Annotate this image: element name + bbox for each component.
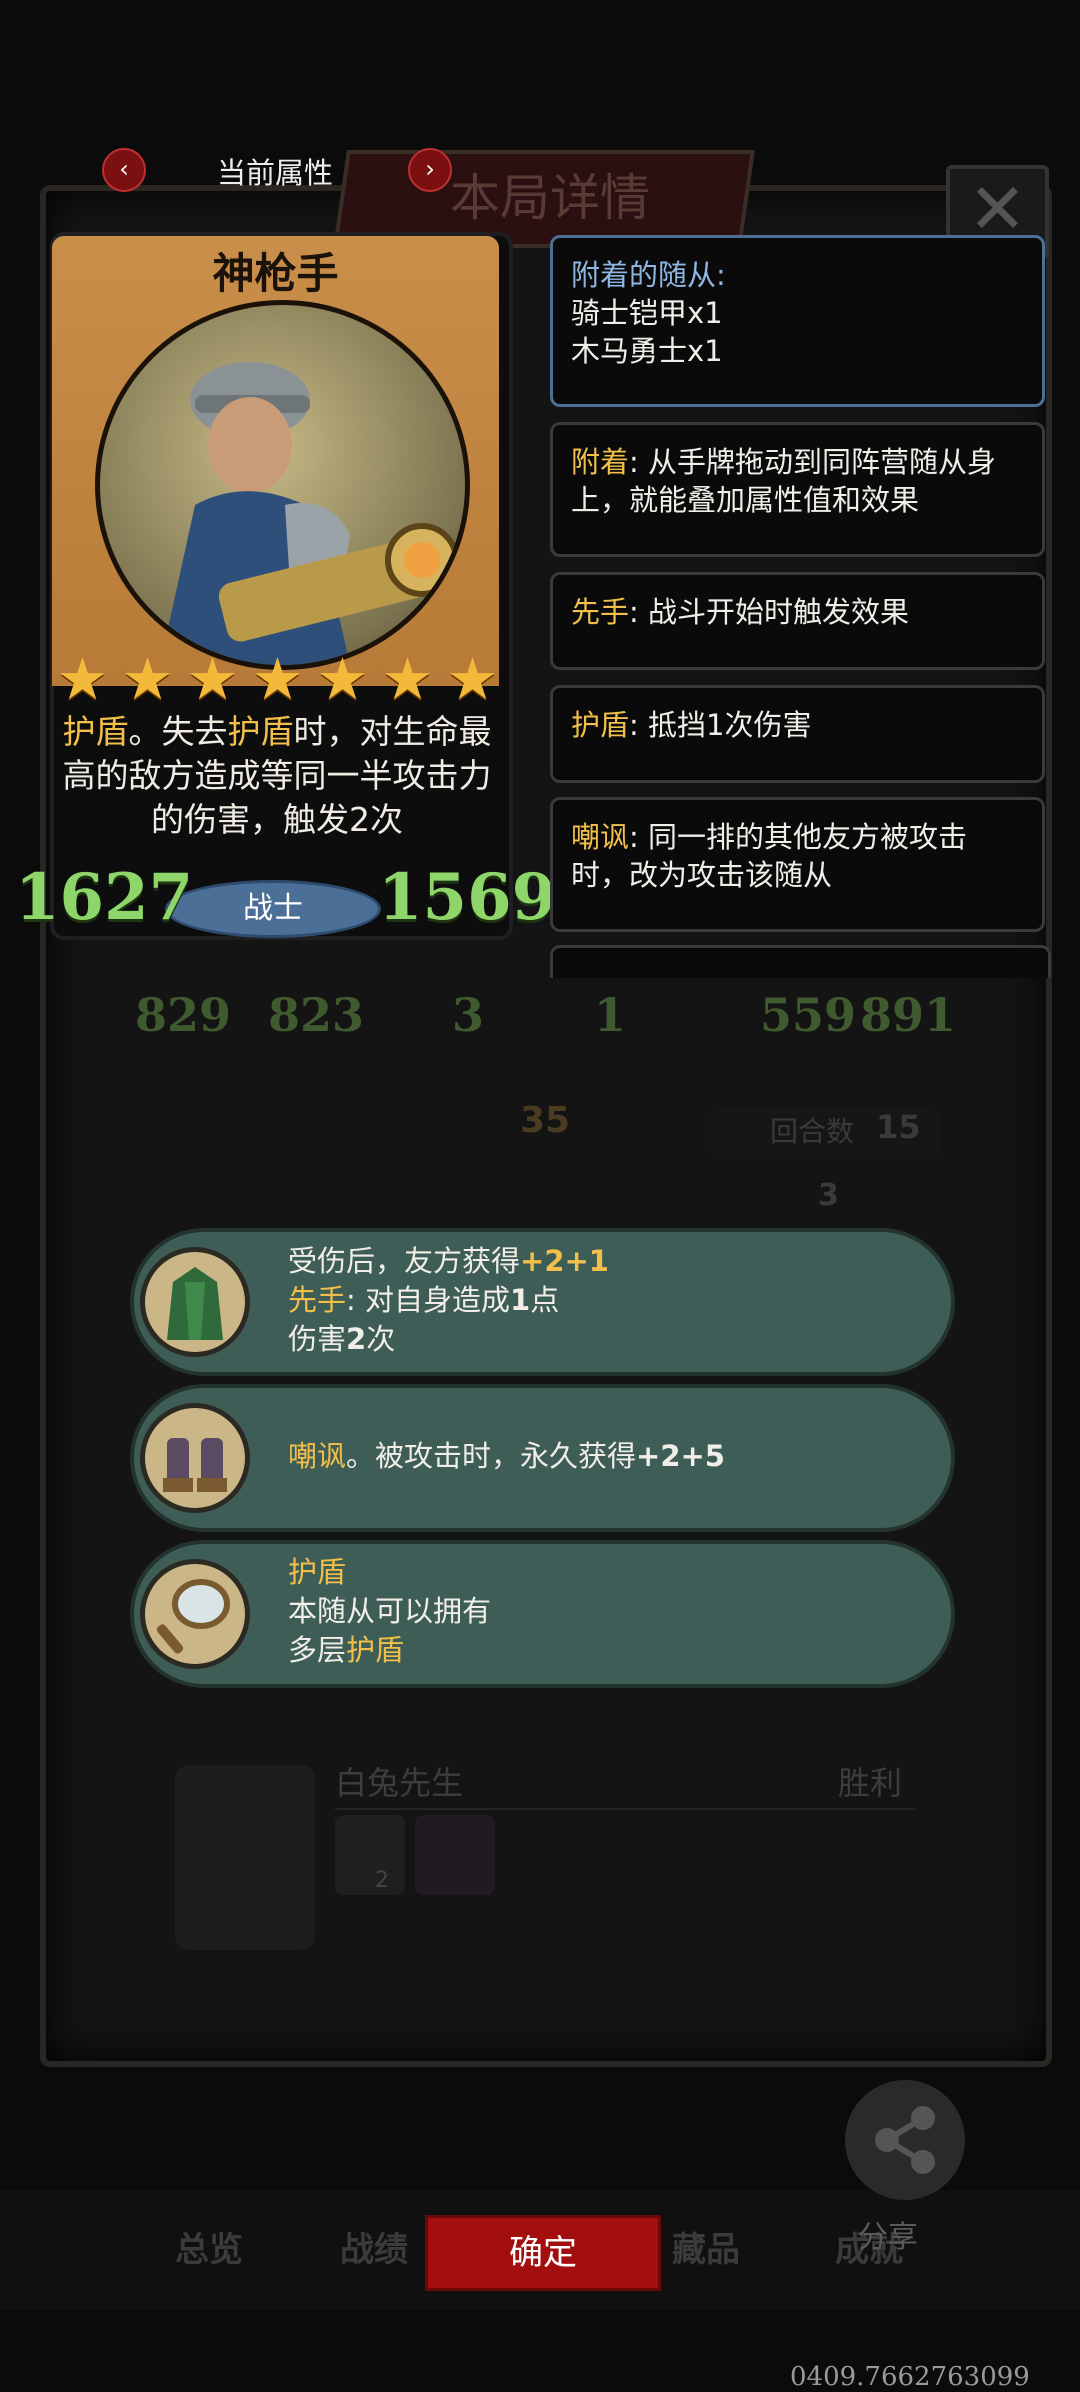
effect-value: +2+5 [636,1439,725,1473]
share-button[interactable] [845,2080,965,2200]
attached-minions-title: 附着的随从: [571,258,726,292]
hero-description: 护盾。失去护盾时，对生命最高的敌方造成等同一半攻击力的伤害，触发2次 [62,710,492,842]
star-icon: ★ [381,645,434,713]
next-arrow-button[interactable]: › [408,148,452,192]
star-icon: ★ [446,645,499,713]
tab-record[interactable]: 战绩 [340,2222,408,2271]
keyword-box-attach: 附着: 从手牌拖动到同阵营随从身上，就能叠加属性值和效果 [550,422,1045,557]
cloak-icon [140,1247,250,1357]
attached-minion-item: 木马勇士x1 [571,334,723,368]
prev-arrow-button[interactable]: ‹ [102,148,146,192]
effect-line: 点 [530,1283,560,1317]
attached-minions-box: 附着的随从: 骑士铠甲x1 木马勇士x1 [550,235,1045,407]
tab-overview[interactable]: 总览 [175,2222,243,2271]
confirm-button[interactable]: 确定 [425,2215,661,2291]
effect-text: 护盾 本随从可以拥有 多层护盾 [288,1553,491,1670]
keyword-shield: 护盾 [227,712,294,751]
effect-line: : 对自身造成 [346,1283,511,1317]
keyword-shield: 护盾 [62,712,129,751]
effect-line: 本随从可以拥有 [288,1594,492,1628]
match-result: 胜利 [838,1764,903,1802]
board-stat: 823 [268,988,365,1042]
keyword-name: 嘲讽 [571,820,630,854]
gauntlet-icon [140,1403,250,1513]
keyword-box-shield: 护盾: 抵挡1次伤害 [550,685,1045,783]
keyword-box-overflow [550,945,1051,978]
star-icon: ★ [316,645,369,713]
turn-value: 15 [876,1108,921,1146]
star-icon: ★ [121,645,174,713]
effect-line: 次 [366,1322,396,1356]
effect-value: +2+1 [520,1244,609,1278]
keyword-name: 附着 [571,445,630,479]
attached-minion-item: 骑士铠甲x1 [571,296,723,330]
hero-health: 1569 [378,860,557,935]
keyword-desc: : 从手牌拖动到同阵营随从身上，就能叠加属性值和效果 [571,445,997,517]
keyword-desc: : 战斗开始时触发效果 [629,595,910,629]
hero-attack: 1627 [15,860,194,935]
enemy-unit-thumb [415,1815,495,1895]
hero-tribe-badge: 战士 [165,880,381,938]
keyword-desc: : 同一排的其他友方被攻击时，改为攻击该随从 [571,820,968,892]
gunner-illustration [160,362,459,665]
keyword-desc: : 抵挡1次伤害 [629,708,812,742]
star-icon: ★ [56,645,109,713]
keyword-first-strike: 先手 [288,1283,347,1317]
effect-value: 2 [346,1322,367,1356]
effect-line: 多层 [288,1633,347,1667]
effect-text: 嘲讽。被攻击时，永久获得+2+5 [288,1437,725,1476]
board-stat: 891 [860,988,957,1042]
hero-name: 神枪手 [212,249,339,298]
current-attributes-label: 当前属性 [216,156,333,190]
effect-text: 受伤后，友方获得+2+1 先手: 对自身造成1点 伤害2次 [288,1242,609,1359]
keyword-box-taunt: 嘲讽: 同一排的其他友方被攻击时，改为攻击该随从 [550,797,1045,932]
star-icon: ★ [251,645,304,713]
enemy-name: 白兔先生 [335,1764,464,1802]
effect-value: 1 [510,1283,531,1317]
turn-label: 回合数 [770,1115,855,1148]
enemy-unit-badge: 2 [375,1868,389,1893]
effect-line: 。被攻击时，永久获得 [346,1439,637,1473]
star-icon: ★ [186,645,239,713]
effect-line: 受伤后，友方获得 [288,1244,521,1278]
footer-number: 0409.7662763099 [790,2362,1030,2392]
board-badge: 3 [818,1178,839,1213]
keyword-name: 先手 [571,595,630,629]
keyword-taunt: 嘲讽 [288,1439,347,1473]
divider [335,1808,915,1810]
mirror-icon [140,1559,250,1669]
effect-pill-mirror [130,1540,955,1688]
board-stat: 1 [594,988,627,1042]
keyword-name: 护盾 [571,708,630,742]
keyword-box-first-strike: 先手: 战斗开始时触发效果 [550,572,1045,670]
effect-line: 伤害 [288,1322,347,1356]
tab-collection[interactable]: 藏品 [672,2222,740,2271]
keyword-shield: 护盾 [346,1633,405,1667]
share-icon [875,2106,935,2174]
hero-portrait [95,300,470,670]
enemy-unit-thumb [335,1815,405,1895]
board-center-value: 35 [520,1100,571,1141]
enemy-avatar [175,1765,315,1950]
hero-star-rating: ★ ★ ★ ★ ★ ★ ★ [50,650,505,708]
board-stat: 829 [135,988,232,1042]
board-stat: 3 [452,988,485,1042]
keyword-shield: 护盾 [288,1555,347,1589]
board-stat: 559 [760,988,857,1042]
desc-text: 。失去 [128,712,228,751]
share-label: 分享 [858,2220,918,2255]
